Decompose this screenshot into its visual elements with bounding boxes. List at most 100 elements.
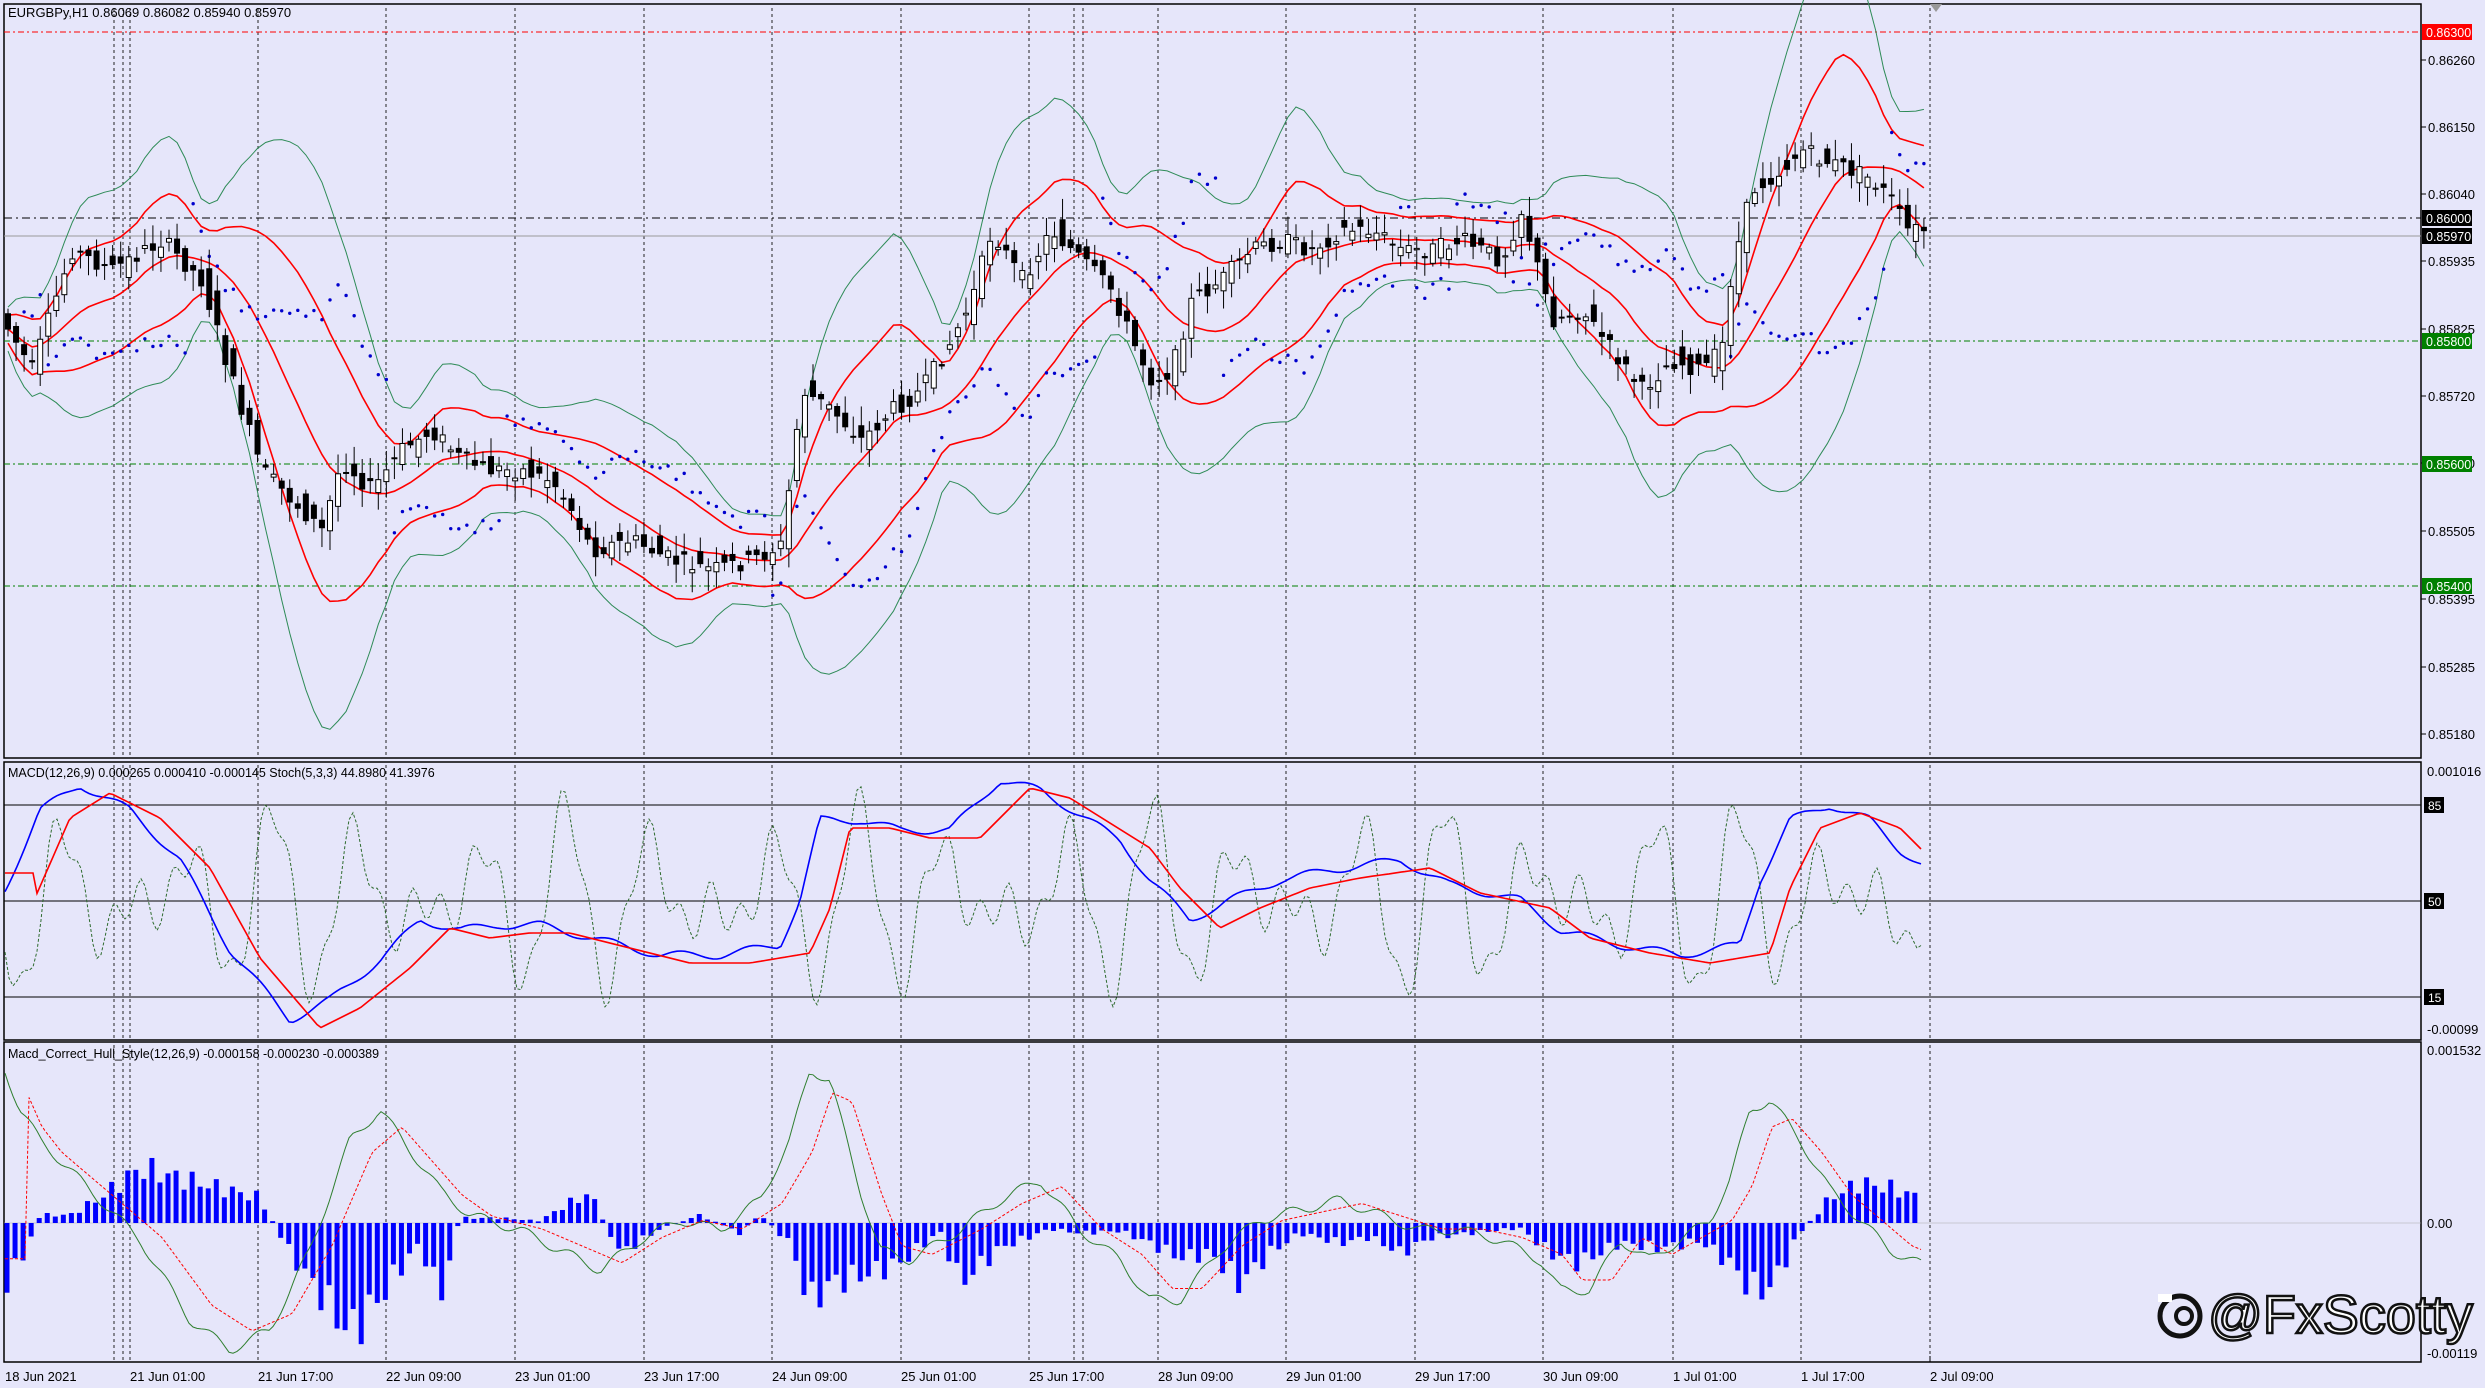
level-tag-text: 0.85600 [2426,458,2471,472]
sar-dot [1463,192,1467,196]
level-tag-text: 0.85970 [2426,230,2471,244]
sar-dot [1495,220,1499,225]
histogram-bar [1373,1223,1378,1237]
sar-dot [223,288,228,293]
histogram-bar [1864,1177,1870,1223]
level-tag-text: 0.85400 [2426,580,2471,594]
sar-dot [239,309,244,313]
bull-candle [1293,237,1299,241]
bear-candle [1623,356,1630,365]
bear-candle [1574,317,1581,320]
histogram-bar [374,1223,380,1303]
histogram-bar [857,1223,863,1282]
bear-candle [367,478,374,482]
svg-text:50: 50 [2428,895,2442,909]
bear-candle [898,394,905,413]
bear-candle [729,553,736,561]
histogram-bar [1381,1223,1387,1247]
sar-dot [1568,241,1572,245]
histogram-bar [294,1223,300,1271]
histogram-bar [1912,1192,1918,1223]
level-tags: 0.86300 0.86000 0.85970 0.85800 0.85600 0.854… [2422,24,2472,594]
price-scale: 0.862600.861500.860400.859350.858250.857… [2421,53,2475,742]
histogram-bar [165,1173,171,1223]
sar-dot [1407,204,1411,209]
bear-candle [1824,148,1831,165]
level-tag-text: 0.86000 [2426,212,2471,226]
bull-candle [1317,247,1324,259]
sar-dot [1753,310,1757,314]
bull-candle [1188,297,1195,339]
shift-marker-icon[interactable] [1930,4,1942,12]
ind2-scale-bottom: -0.00119 [2427,1346,2477,1361]
sar-dot [1076,362,1081,367]
histogram-bar [1300,1223,1306,1237]
histogram-bar [1904,1191,1910,1223]
bull-candle [1800,149,1807,169]
bear-candle [455,447,462,453]
sar-dot [738,525,743,529]
histogram-bar [817,1223,823,1308]
sar-dot [1600,244,1604,248]
time-label: 21 Jun 17:00 [258,1369,333,1384]
sar-dot [408,507,413,511]
hull-macd-panel[interactable] [3,1041,2422,1363]
sar-dot [416,504,421,508]
stoch-level-15: 15 [2424,989,2444,1005]
bear-candle [536,466,543,474]
histogram-bar [1348,1223,1354,1241]
bear-candle [1325,237,1332,248]
sar-dot [1640,264,1644,269]
histogram-bar [1212,1223,1217,1257]
histogram-bar [938,1223,944,1232]
time-label: 21 Jun 01:00 [130,1369,205,1384]
bull-candle [1437,237,1444,259]
sar-dot [1576,238,1580,242]
bear-candle [1590,304,1597,322]
histogram-bar [1735,1223,1741,1271]
sar-dot [392,531,397,535]
sar-dot [561,439,566,443]
bear-candle [117,256,124,264]
bear-candle [721,554,728,563]
bull-candle [1743,201,1750,254]
bear-candle [842,412,849,428]
sar-dot [1479,203,1483,208]
bear-candle [1059,219,1066,247]
sar-dot [795,504,799,509]
main-chart-panel[interactable] [3,3,2422,759]
sar-dot [1181,221,1186,226]
sar-dot [1656,259,1660,263]
histogram-bar [1574,1223,1580,1272]
chart-window[interactable]: 0.86260 0.86150 0.86040 0.85935 0.85825 0.857… [0,0,2485,1388]
sar-dot [940,435,944,440]
histogram-bar [809,1223,815,1282]
bear-candle [1341,219,1348,228]
price-label: 0.85395 [2428,592,2475,607]
hull-macd-title: Macd_Correct_Hull_Style(12,26,9) -0.0001… [8,1047,379,1061]
histogram-bar [157,1182,163,1223]
sar-dot [1205,182,1210,187]
bull-candle [1260,241,1267,247]
sar-dot [1922,161,1926,166]
chart-canvas[interactable]: 0.862600.861500.860400.859350.858250.857… [0,0,2485,1388]
bull-candle [1027,274,1034,290]
bear-candle [1566,315,1573,318]
histogram-bar [1413,1223,1419,1242]
sar-dot [1898,153,1902,157]
bear-candle [133,257,140,262]
histogram-bar [1856,1193,1861,1223]
bear-candle [1695,353,1702,365]
bull-candle [1462,232,1469,236]
sar-dot [1310,355,1314,359]
histogram-bar [342,1223,348,1331]
histogram-bar [986,1223,992,1267]
bear-candle [1115,297,1122,316]
sar-dot [1415,285,1419,290]
sar-dot [328,298,332,302]
histogram-bar [407,1223,412,1254]
bull-candle [77,250,84,253]
sar-dot [1857,316,1862,321]
sar-dot [932,448,936,453]
histogram-bar [1751,1223,1757,1272]
